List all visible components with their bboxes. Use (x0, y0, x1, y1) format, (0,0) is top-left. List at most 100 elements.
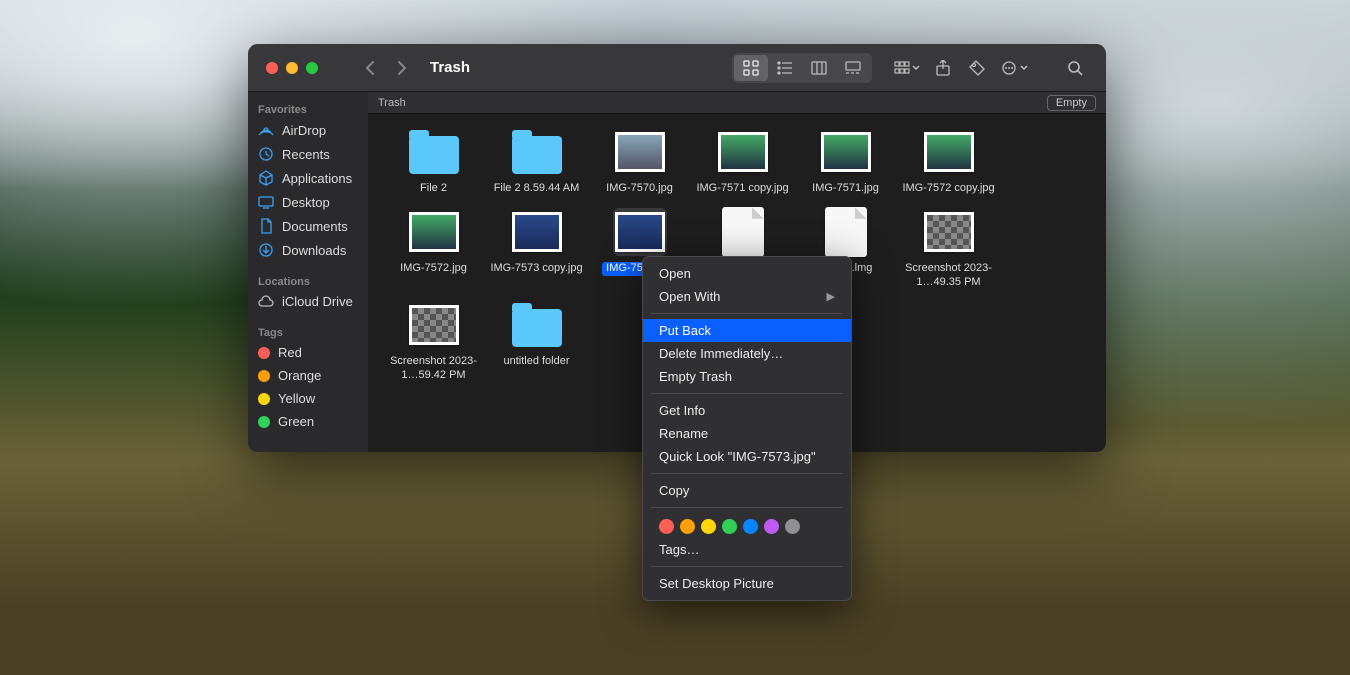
folder-icon (407, 128, 461, 176)
fullscreen-button[interactable] (306, 62, 318, 74)
sidebar-item-airdrop[interactable]: AirDrop (248, 118, 368, 142)
tag-dot-icon (258, 370, 270, 382)
tag-dot-icon (258, 393, 270, 405)
file-item[interactable]: Screenshot 2023-1…59.42 PM (382, 297, 485, 387)
close-button[interactable] (266, 62, 278, 74)
menu-item[interactable]: Set Desktop Picture (643, 572, 851, 595)
minimize-button[interactable] (286, 62, 298, 74)
tag-color-button[interactable] (659, 519, 674, 534)
document-icon (819, 208, 873, 256)
menu-tag-row (643, 513, 851, 538)
image-icon (407, 301, 461, 349)
sidebar-item-label: AirDrop (282, 123, 326, 138)
menu-item[interactable]: Open (643, 262, 851, 285)
menu-item[interactable]: Rename (643, 422, 851, 445)
list-view-button[interactable] (768, 55, 802, 81)
sidebar-tag-green[interactable]: Green (248, 410, 368, 433)
menu-item[interactable]: Open With▶ (643, 285, 851, 308)
menu-item[interactable]: Quick Look "IMG-7573.jpg" (643, 445, 851, 468)
menu-separator (651, 313, 843, 314)
menu-item-label: Put Back (659, 323, 711, 338)
menu-item-label: Empty Trash (659, 369, 732, 384)
file-item[interactable]: IMG-7573 copy.jpg (485, 204, 588, 294)
menu-item-label: Delete Immediately… (659, 346, 783, 361)
file-label: untitled folder (503, 355, 569, 369)
menu-item[interactable]: Tags… (643, 538, 851, 561)
sidebar-item-label: Recents (282, 147, 330, 162)
file-label: IMG-7573 copy.jpg (490, 262, 582, 276)
document-icon (716, 208, 770, 256)
sidebar-item-icloud[interactable]: iCloud Drive (248, 290, 368, 313)
menu-item-label: Open (659, 266, 691, 281)
file-item[interactable]: IMG-7571.jpg (794, 124, 897, 200)
image-icon (922, 208, 976, 256)
menu-separator (651, 393, 843, 394)
sidebar-item-downloads[interactable]: Downloads (248, 238, 368, 262)
menu-item[interactable]: Copy (643, 479, 851, 502)
sidebar-item-applications[interactable]: Applications (248, 166, 368, 190)
file-item[interactable]: File 2 (382, 124, 485, 200)
sidebar-item-label: Green (278, 414, 314, 429)
tag-color-button[interactable] (785, 519, 800, 534)
image-icon (407, 208, 461, 256)
tag-color-button[interactable] (680, 519, 695, 534)
tag-color-button[interactable] (701, 519, 716, 534)
menu-item[interactable]: Get Info (643, 399, 851, 422)
file-item[interactable]: IMG-7572 copy.jpg (897, 124, 1000, 200)
file-item[interactable]: File 2 8.59.44 AM (485, 124, 588, 200)
icon-view-button[interactable] (734, 55, 768, 81)
sidebar-tag-red[interactable]: Red (248, 341, 368, 364)
tag-color-button[interactable] (743, 519, 758, 534)
tag-color-button[interactable] (764, 519, 779, 534)
path-bar: Trash Empty (368, 92, 1106, 114)
sidebar: Favorites AirDrop Recents Applications D… (248, 92, 368, 452)
file-item[interactable]: IMG-7570.jpg (588, 124, 691, 200)
forward-button[interactable] (388, 54, 416, 82)
file-label: IMG-7571 copy.jpg (696, 182, 788, 196)
gallery-view-button[interactable] (836, 55, 870, 81)
share-button[interactable] (928, 54, 958, 82)
sidebar-item-label: iCloud Drive (282, 294, 353, 309)
menu-separator (651, 473, 843, 474)
action-menu-button[interactable] (996, 61, 1032, 75)
image-icon (922, 128, 976, 176)
folder-icon (510, 128, 564, 176)
image-icon (819, 128, 873, 176)
sidebar-item-label: Applications (282, 171, 352, 186)
file-item[interactable]: Screenshot 2023-1…49.35 PM (897, 204, 1000, 294)
menu-item-label: Rename (659, 426, 708, 441)
folder-icon (510, 301, 564, 349)
context-menu: Open Open With▶ Put Back Delete Immediately… (642, 256, 852, 601)
file-item[interactable]: IMG-7571 copy.jpg (691, 124, 794, 200)
tag-color-button[interactable] (722, 519, 737, 534)
file-label: IMG-7571.jpg (812, 182, 879, 196)
sidebar-item-label: Yellow (278, 391, 315, 406)
sidebar-item-label: Red (278, 345, 302, 360)
sidebar-tag-yellow[interactable]: Yellow (248, 387, 368, 410)
menu-item[interactable]: Empty Trash (643, 365, 851, 388)
tags-button[interactable] (962, 54, 992, 82)
path-location: Trash (378, 97, 406, 109)
file-label: Screenshot 2023-1…49.35 PM (901, 262, 997, 290)
menu-item[interactable]: Put Back (643, 319, 851, 342)
file-label: IMG-7572.jpg (400, 262, 467, 276)
titlebar: Trash (248, 44, 1106, 92)
sidebar-item-documents[interactable]: Documents (248, 214, 368, 238)
image-icon (716, 128, 770, 176)
file-item[interactable]: IMG-7572.jpg (382, 204, 485, 294)
empty-trash-button[interactable]: Empty (1047, 95, 1096, 111)
group-by-button[interactable] (890, 61, 924, 75)
file-item[interactable]: untitled folder (485, 297, 588, 387)
search-button[interactable] (1060, 54, 1090, 82)
traffic-lights (248, 62, 336, 74)
file-label: File 2 8.59.44 AM (494, 182, 580, 196)
menu-item-label: Tags… (659, 542, 699, 557)
file-label: IMG-7572 copy.jpg (902, 182, 994, 196)
column-view-button[interactable] (802, 55, 836, 81)
sidebar-item-label: Documents (282, 219, 348, 234)
menu-item[interactable]: Delete Immediately… (643, 342, 851, 365)
sidebar-item-desktop[interactable]: Desktop (248, 190, 368, 214)
back-button[interactable] (356, 54, 384, 82)
sidebar-item-recents[interactable]: Recents (248, 142, 368, 166)
sidebar-tag-orange[interactable]: Orange (248, 364, 368, 387)
